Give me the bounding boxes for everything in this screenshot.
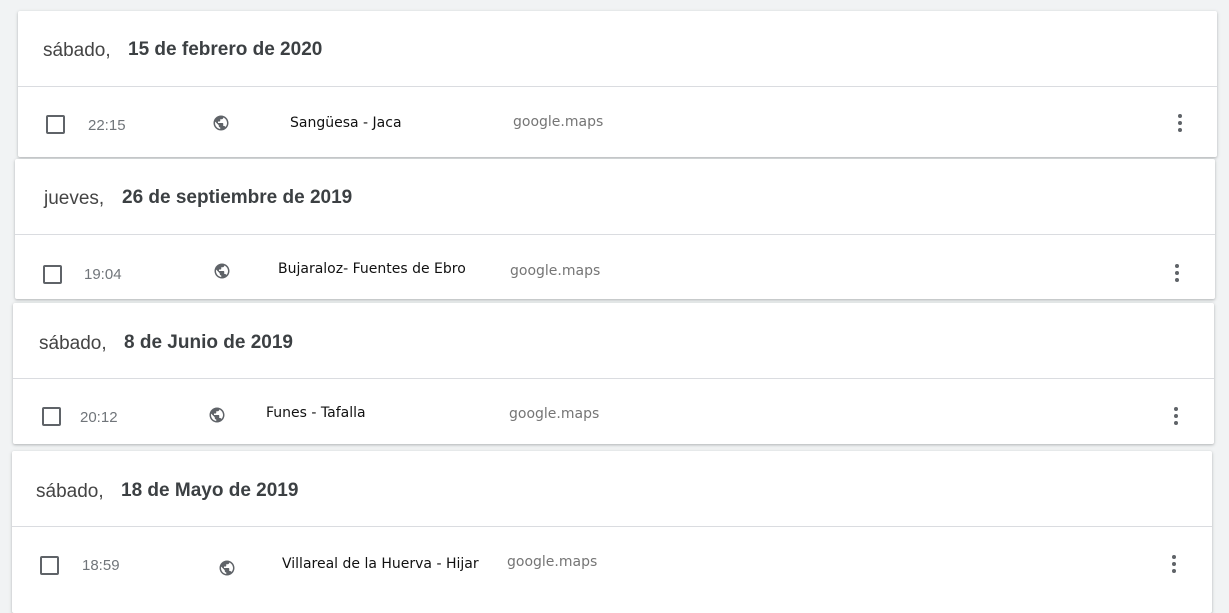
entry-time: 22:15 [88, 117, 126, 134]
history-day-card: jueves, 26 de septiembre de 2019 19:04 B… [15, 159, 1215, 299]
globe-icon [209, 407, 225, 423]
history-entry-row[interactable]: 22:15 Sangüesa - Jaca google.maps [18, 87, 1217, 157]
entry-time: 18:59 [82, 557, 120, 574]
history-entry-row[interactable]: 18:59 Villareal de la Huerva - Hijar goo… [12, 527, 1212, 597]
more-options-icon[interactable] [1171, 264, 1183, 284]
select-checkbox[interactable] [46, 115, 65, 134]
globe-icon [213, 115, 229, 131]
day-header: sábado, 8 de Junio de 2019 [13, 303, 1214, 379]
select-checkbox[interactable] [42, 407, 61, 426]
day-header: sábado, 15 de febrero de 2020 [18, 11, 1217, 87]
date-label: 8 de Junio de 2019 [124, 332, 293, 353]
entry-time: 19:04 [84, 266, 122, 283]
entry-source: google.maps [513, 114, 604, 130]
weekday-label: sábado, [43, 40, 111, 61]
entry-title-link[interactable]: Bujaraloz- Fuentes de Ebro [278, 261, 466, 277]
day-header: sábado, 18 de Mayo de 2019 [12, 451, 1212, 527]
day-header: jueves, 26 de septiembre de 2019 [15, 159, 1215, 235]
entry-title-link[interactable]: Funes - Tafalla [266, 405, 366, 421]
history-entry-row[interactable]: 19:04 Bujaraloz- Fuentes de Ebro google.… [15, 235, 1215, 299]
weekday-label: jueves, [44, 188, 105, 209]
entry-title-link[interactable]: Sangüesa - Jaca [290, 115, 402, 131]
date-label: 26 de septiembre de 2019 [122, 187, 353, 208]
history-day-card: sábado, 15 de febrero de 2020 22:15 Sang… [18, 11, 1217, 157]
globe-icon [214, 263, 230, 279]
history-entry-row[interactable]: 20:12 Funes - Tafalla google.maps [13, 379, 1214, 444]
weekday-label: sábado, [36, 481, 104, 502]
entry-source: google.maps [507, 554, 598, 570]
history-day-card: sábado, 8 de Junio de 2019 20:12 Funes -… [13, 303, 1214, 444]
select-checkbox[interactable] [43, 265, 62, 284]
more-options-icon[interactable] [1174, 114, 1186, 134]
weekday-label: sábado, [39, 333, 107, 354]
globe-icon [219, 560, 235, 576]
date-label: 15 de febrero de 2020 [128, 39, 323, 60]
entry-title-link[interactable]: Villareal de la Huerva - Hijar [282, 556, 479, 572]
more-options-icon[interactable] [1170, 407, 1182, 427]
more-options-icon[interactable] [1168, 555, 1180, 575]
entry-source: google.maps [510, 263, 601, 279]
date-label: 18 de Mayo de 2019 [121, 480, 299, 501]
entry-source: google.maps [509, 406, 600, 422]
select-checkbox[interactable] [40, 556, 59, 575]
history-day-card: sábado, 18 de Mayo de 2019 18:59 Villare… [12, 451, 1212, 613]
entry-time: 20:12 [80, 409, 118, 426]
